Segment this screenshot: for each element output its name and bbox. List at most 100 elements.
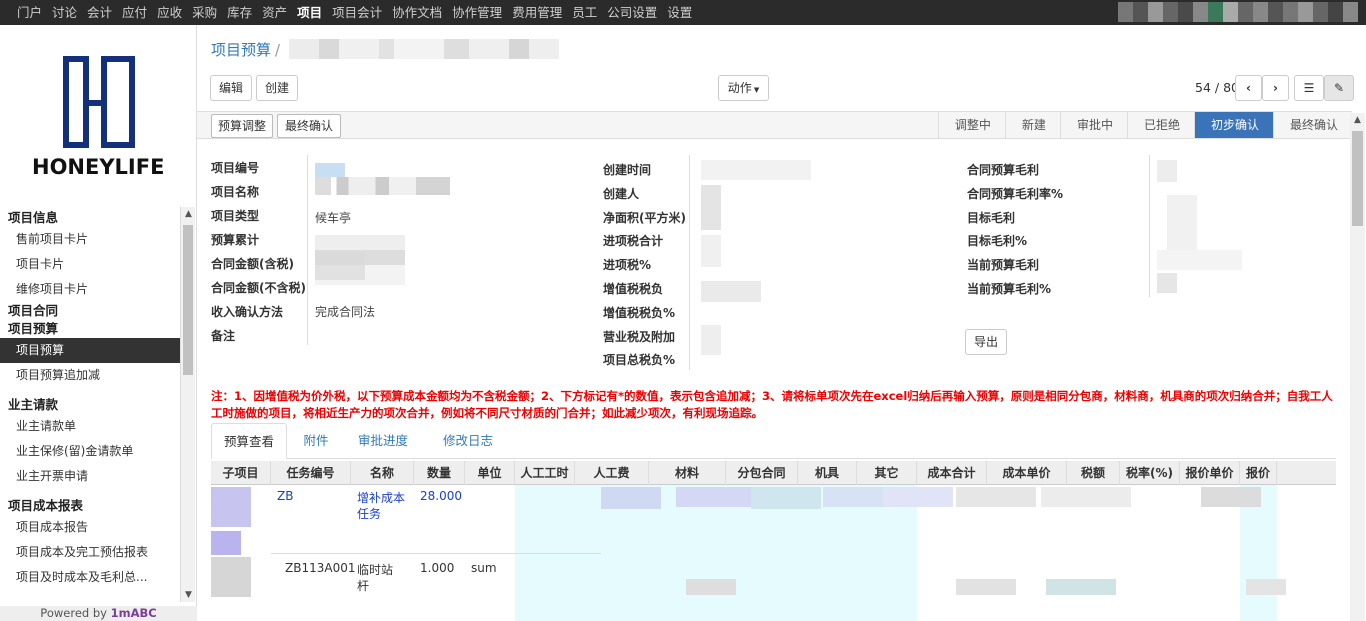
- list-view-button[interactable]: ☰: [1294, 75, 1324, 101]
- column-header[interactable]: 子项目: [211, 461, 271, 485]
- column-header[interactable]: 名称: [351, 461, 414, 485]
- create-button[interactable]: 创建: [256, 75, 298, 101]
- unit-cell: sum: [471, 561, 497, 575]
- export-button[interactable]: 导出: [965, 329, 1007, 355]
- main-scrollbar[interactable]: ▲: [1350, 113, 1365, 621]
- sidebar-item[interactable]: 业主保修(留)金请款单: [0, 439, 180, 464]
- sidebar-item[interactable]: 项目预算追加减: [0, 363, 180, 388]
- budget-adjust-button[interactable]: 预算调整: [211, 114, 273, 138]
- field-label: 目标毛利%: [967, 234, 1028, 249]
- action-label: 动作: [727, 81, 752, 95]
- column-header[interactable]: 任务编号: [271, 461, 351, 485]
- field-label: 营业税及附加: [603, 329, 676, 344]
- column-header[interactable]: 其它: [857, 461, 917, 485]
- field-label: 净面积(平方米): [603, 210, 686, 225]
- topnav-item[interactable]: 会计: [82, 0, 117, 25]
- honeylife-logo-icon: [63, 56, 135, 148]
- stage-item[interactable]: 已拒绝: [1126, 112, 1194, 138]
- column-header[interactable]: 报价单价: [1180, 461, 1240, 485]
- tab-4[interactable]: 修改日志: [423, 423, 513, 459]
- topnav-item[interactable]: 采购: [187, 0, 222, 25]
- scroll-up-icon[interactable]: ▲: [181, 209, 196, 219]
- topnav-item[interactable]: 门户: [12, 0, 47, 25]
- topnav-item[interactable]: 费用管理: [507, 0, 567, 25]
- column-header[interactable]: 单位: [465, 461, 515, 485]
- field-label: 项目名称: [211, 185, 260, 199]
- task-name-cell: 临时站: [357, 563, 394, 577]
- column-header[interactable]: 材料: [649, 461, 726, 485]
- main-scroll-thumb[interactable]: [1352, 131, 1363, 226]
- scroll-down-icon[interactable]: ▼: [181, 590, 196, 600]
- top-navigation-bar: 门户 讨论 会计 应付 应收 采购 库存 资产 项目 项目会计 协作文档 协作管理 费用管理 员工 公司设置…: [0, 0, 1366, 25]
- tab-3[interactable]: 审批进度: [345, 423, 421, 459]
- stage-item[interactable]: 调整中: [937, 112, 1005, 138]
- sidebar-scrollbar[interactable]: ▲ ▼: [180, 207, 195, 602]
- tab-2[interactable]: 附件: [289, 423, 343, 459]
- sidebar-item[interactable]: 项目成本及完工预估报表: [0, 540, 180, 565]
- column-header[interactable]: 税率(%): [1120, 461, 1180, 485]
- table-header: 子项目 任务编号 名称 数量 单位 人工工时 人工费 材料 分包合同 机具 其它 成本合计 成本单价 税额…: [211, 461, 1336, 485]
- topnav-item[interactable]: 库存: [222, 0, 257, 25]
- column-header[interactable]: 成本单价: [987, 461, 1067, 485]
- list-icon: ☰: [1303, 81, 1315, 95]
- column-header[interactable]: 报价: [1240, 461, 1277, 485]
- field-label: 当前预算毛利%: [967, 282, 1052, 296]
- powered-by-prefix: Powered by: [40, 606, 111, 620]
- sidebar-item[interactable]: 业主请款单: [0, 414, 180, 439]
- sidebar-section-title: 项目预算: [8, 321, 59, 336]
- field-label: 项目类型: [211, 209, 260, 223]
- tab-1[interactable]: 预算查看: [211, 423, 287, 459]
- action-dropdown[interactable]: 动作 ▼: [718, 75, 769, 101]
- stage-item[interactable]: 审批中: [1059, 112, 1127, 138]
- topnav-item[interactable]: 协作管理: [447, 0, 507, 25]
- sidebar-item[interactable]: 项目成本报告: [0, 515, 180, 540]
- topnav-item[interactable]: 项目: [292, 0, 327, 25]
- scroll-up-icon[interactable]: ▲: [1350, 115, 1365, 125]
- column-header[interactable]: 人工工时: [515, 461, 575, 485]
- field-label: 项目编号: [211, 161, 260, 175]
- task-number-cell[interactable]: ZB: [277, 489, 293, 503]
- column-header[interactable]: 数量: [414, 461, 465, 485]
- sidebar-scroll-thumb[interactable]: [183, 225, 193, 375]
- sidebar-section-title[interactable]: 项目合同: [0, 302, 180, 320]
- stage-item[interactable]: 新建: [1004, 112, 1060, 138]
- sidebar-item[interactable]: 项目卡片: [0, 252, 180, 277]
- prev-record-button[interactable]: ‹: [1235, 75, 1262, 101]
- status-bar: 预算调整 最终确认 调整中 新建 审批中 已拒绝 初步确认 最终确认: [197, 111, 1352, 139]
- field-label: 合同金额(含税): [211, 257, 294, 271]
- column-header[interactable]: 成本合计: [917, 461, 987, 485]
- sidebar-section-title: 业主请款: [8, 397, 59, 412]
- edit-button[interactable]: 编辑: [210, 75, 252, 101]
- recognition-method-value: 完成合同法: [315, 305, 376, 319]
- topnav-item[interactable]: 协作文档: [387, 0, 447, 25]
- sidebar-item[interactable]: 项目预算: [0, 338, 180, 363]
- column-header[interactable]: 分包合同: [726, 461, 798, 485]
- stage-item[interactable]: 最终确认: [1272, 112, 1352, 138]
- form-view-button[interactable]: ✎: [1324, 75, 1354, 101]
- column-header[interactable]: 人工费: [575, 461, 649, 485]
- column-header[interactable]: 机具: [798, 461, 857, 485]
- sidebar-item[interactable]: 售前项目卡片: [0, 227, 180, 252]
- quantity-cell[interactable]: 28.000: [420, 489, 462, 503]
- final-confirm-button[interactable]: 最终确认: [277, 114, 341, 138]
- topnav-item[interactable]: 设置: [662, 0, 697, 25]
- topnav-item[interactable]: 应收: [152, 0, 187, 25]
- topnav-item[interactable]: 项目会计: [327, 0, 387, 25]
- task-name-cell[interactable]: 增补成本: [357, 489, 405, 506]
- breadcrumb-root[interactable]: 项目预算: [211, 41, 271, 59]
- stage-item[interactable]: 初步确认: [1193, 112, 1273, 138]
- topnav-item[interactable]: 应付: [117, 0, 152, 25]
- column-header[interactable]: 税额: [1067, 461, 1120, 485]
- next-record-button[interactable]: ›: [1262, 75, 1289, 101]
- topnav-item[interactable]: 讨论: [47, 0, 82, 25]
- topnav-item[interactable]: 公司设置: [602, 0, 662, 25]
- powered-by: Powered by 1mABC: [0, 606, 197, 621]
- chevron-left-icon: ‹: [1246, 81, 1251, 95]
- powered-by-brand[interactable]: 1mABC: [111, 606, 157, 620]
- sidebar-item[interactable]: 项目及时成本及毛利总...: [0, 565, 180, 590]
- topnav-item[interactable]: 资产: [257, 0, 292, 25]
- topnav-item[interactable]: 员工: [567, 0, 602, 25]
- sidebar-item[interactable]: 业主开票申请: [0, 464, 180, 489]
- field-label: 增值税税负%: [603, 305, 676, 320]
- sidebar-item[interactable]: 维修项目卡片: [0, 277, 180, 302]
